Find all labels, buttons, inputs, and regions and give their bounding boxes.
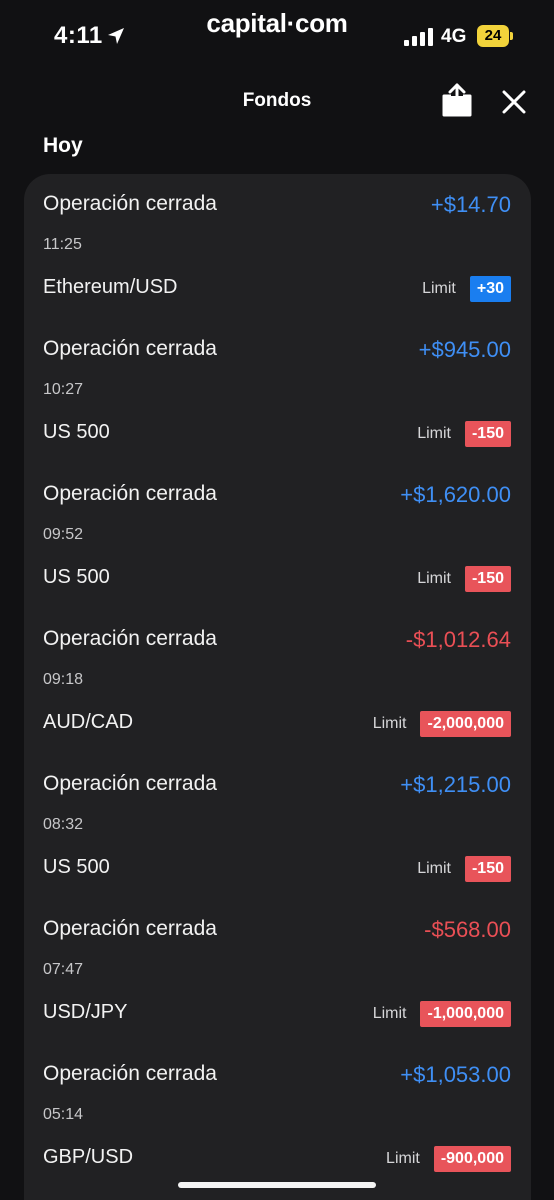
transaction-title: Operación cerrada [43, 917, 217, 940]
battery-cap [510, 32, 513, 40]
quantity-badge: -150 [464, 856, 511, 882]
order-type-label: Limit [372, 1005, 407, 1022]
quantity-badge: -900,000 [433, 1146, 511, 1172]
transaction-instrument: US 500 [43, 566, 110, 588]
transaction-item[interactable]: Operación cerrada +$14.70 11:25 Ethereum… [24, 174, 531, 319]
transaction-item[interactable]: Operación cerrada +$945.00 10:27 US 500 … [24, 319, 531, 464]
transaction-instrument: GBP/USD [43, 1146, 134, 1168]
order-type-label: Limit [372, 715, 407, 732]
order-type-label: Limit [386, 1150, 420, 1167]
transactions-card: Operación cerrada +$14.70 11:25 Ethereum… [24, 174, 531, 1200]
transaction-time: 08:32 [43, 816, 84, 833]
transaction-instrument: AUD/CAD [43, 711, 134, 733]
transaction-item[interactable]: Operación cerrada +$1,053.00 05:14 GBP/U… [24, 1044, 531, 1189]
transaction-title: Operación cerrada [43, 772, 217, 795]
transaction-amount: +$1,053.00 [400, 1062, 511, 1087]
transaction-amount: +$1,215.00 [400, 772, 511, 797]
transaction-amount: -$1,012.64 [405, 627, 511, 652]
transaction-details: Limit -150 [417, 855, 511, 883]
transaction-amount: +$945.00 [418, 337, 511, 362]
brand-logo: capital·com [206, 8, 348, 38]
transaction-item[interactable]: Operación cerrada +$1,620.00 09:52 US 50… [24, 464, 531, 609]
transaction-instrument: Ethereum/USD [43, 276, 178, 298]
transaction-amount: -$568.00 [424, 917, 511, 942]
transaction-title: Operación cerrada [43, 627, 217, 650]
transaction-instrument: USD/JPY [43, 1001, 128, 1023]
battery-indicator: 24 [477, 25, 513, 47]
transaction-instrument: US 500 [43, 856, 110, 878]
quantity-badge: -1,000,000 [420, 1001, 511, 1027]
transaction-details: Limit -150 [417, 420, 511, 448]
transaction-details: Limit -2,000,000 [373, 710, 511, 738]
order-type-label: Limit [417, 425, 451, 442]
transaction-time: 07:47 [43, 961, 84, 978]
quantity-badge: -2,000,000 [420, 711, 511, 737]
transaction-item[interactable]: Operación cerrada -$1,012.64 09:18 AUD/C… [24, 609, 531, 754]
transaction-time: 11:25 [43, 236, 82, 253]
battery-level: 24 [484, 27, 502, 44]
transaction-amount: +$14.70 [430, 192, 511, 217]
order-type-label: Limit [422, 280, 456, 297]
transaction-details: Limit -900,000 [386, 1145, 511, 1173]
transaction-time: 05:14 [43, 1106, 84, 1123]
transaction-instrument: US 500 [43, 421, 110, 443]
quantity-badge: -150 [464, 421, 511, 447]
transaction-amount: +$1,620.00 [400, 482, 511, 507]
status-bar: 4:11 capital·com 4G 24 [0, 0, 554, 70]
cellular-signal-icon [404, 28, 433, 46]
transaction-title: Operación cerrada [43, 192, 217, 215]
quantity-badge: +30 [469, 276, 511, 302]
order-type-label: Limit [417, 570, 451, 587]
transaction-details: Limit -150 [417, 565, 511, 593]
order-type-label: Limit [417, 860, 451, 877]
section-title-today: Hoy [43, 134, 83, 157]
quantity-badge: -150 [464, 566, 511, 592]
home-indicator[interactable] [178, 1182, 376, 1188]
app-screen: 4:11 capital·com 4G 24 Fondos Hoy Operac… [0, 0, 554, 1200]
transaction-details: Limit -1,000,000 [373, 1000, 511, 1028]
transaction-title: Operación cerrada [43, 337, 217, 360]
transaction-title: Operación cerrada [43, 482, 217, 505]
transaction-item[interactable]: Operación cerrada +$1,215.00 08:32 US 50… [24, 754, 531, 899]
close-icon[interactable] [498, 86, 530, 118]
transaction-time: 09:18 [43, 671, 84, 688]
share-icon[interactable] [440, 82, 474, 118]
transaction-time: 09:52 [43, 526, 84, 543]
transaction-time: 10:27 [43, 381, 84, 398]
transaction-details: Limit +30 [422, 275, 511, 303]
transaction-item[interactable]: Operación cerrada -$568.00 07:47 USD/JPY… [24, 899, 531, 1044]
transaction-title: Operación cerrada [43, 1062, 217, 1085]
network-type: 4G [441, 26, 467, 47]
